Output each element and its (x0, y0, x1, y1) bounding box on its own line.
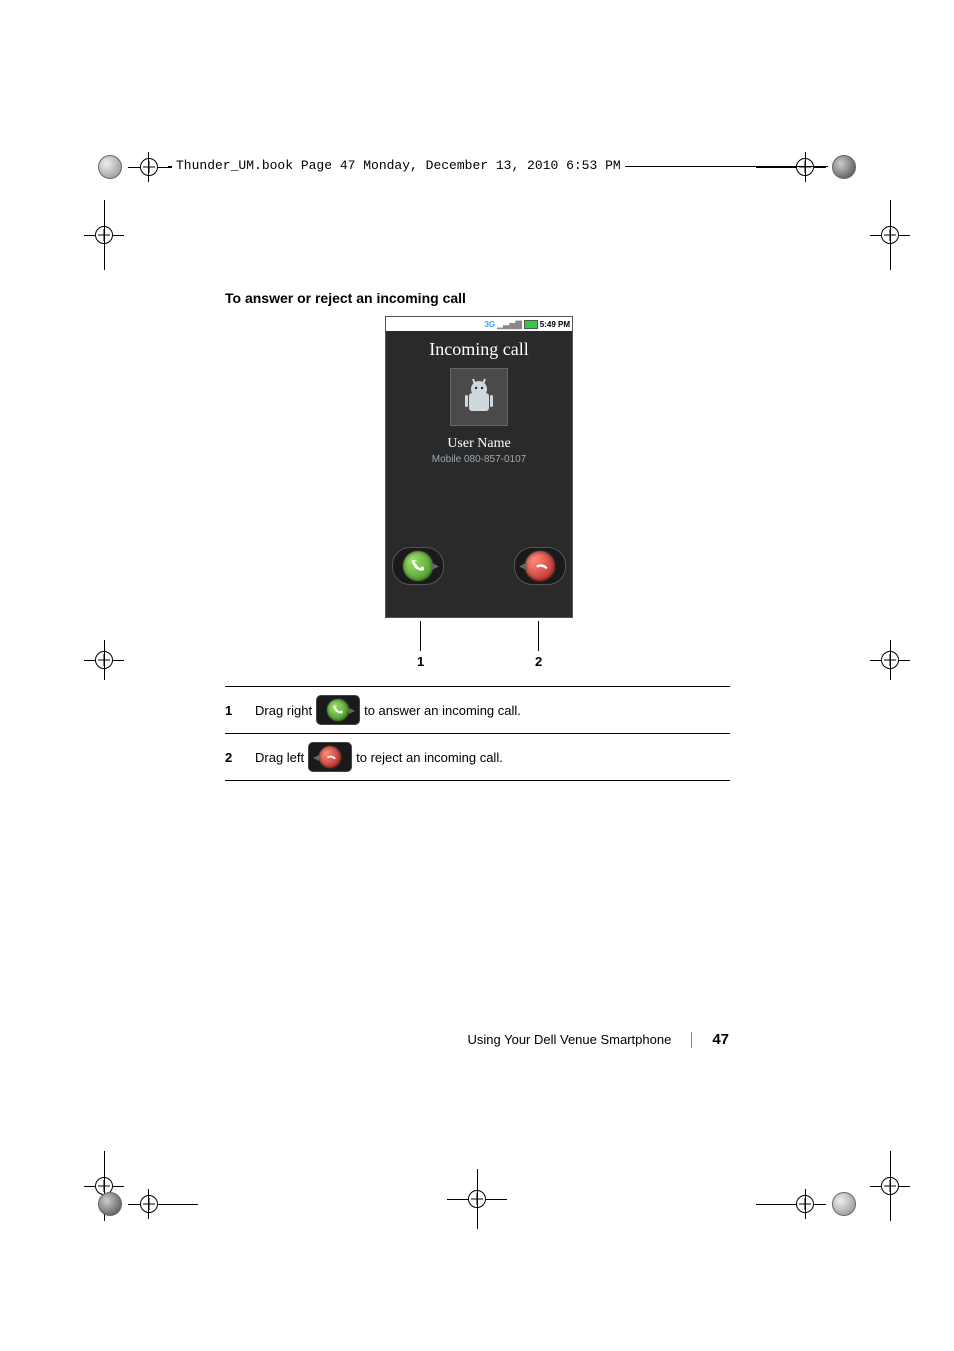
row-text-post: to reject an incoming call. (356, 750, 503, 765)
phone-answer-icon (403, 551, 433, 581)
caller-detail: Mobile 080-857-0107 (386, 454, 572, 465)
callout-line-1 (420, 621, 421, 651)
instruction-table: 1 Drag right ▶ to answer an incoming cal… (225, 686, 730, 781)
crop-mark-bottom-left (98, 1189, 198, 1219)
page-number: 47 (712, 1031, 729, 1048)
status-bar: 3G ▁▃▅▇ 5:49 PM (386, 317, 572, 331)
caller-avatar (450, 368, 508, 426)
reject-slider-inline: ◀ (308, 742, 352, 772)
chevron-right-icon: ▶ (431, 561, 439, 572)
page-footer: Using Your Dell Venue Smartphone 47 (468, 1031, 730, 1048)
chevron-left-icon: ◀ (313, 753, 319, 762)
chevron-right-icon: ▶ (349, 706, 355, 715)
row-number: 1 (225, 695, 255, 718)
running-head: Thunder_UM.book Page 47 Monday, December… (172, 158, 625, 173)
phone-reject-icon (319, 746, 341, 768)
battery-icon (524, 320, 538, 329)
chevron-left-icon: ◀ (519, 561, 527, 572)
phone-answer-icon (327, 699, 349, 721)
screenshot-figure: 3G ▁▃▅▇ 5:49 PM Incoming call (225, 316, 730, 686)
row-text-pre: Drag left (255, 750, 304, 765)
table-row: 2 Drag left ◀ to reject an incoming call… (225, 734, 730, 781)
caller-name: User Name (386, 436, 572, 452)
reject-slider[interactable]: ◀ (514, 547, 566, 585)
row-text-pre: Drag right (255, 703, 312, 718)
row-text-post: to answer an incoming call. (364, 703, 521, 718)
table-row: 1 Drag right ▶ to answer an incoming cal… (225, 687, 730, 734)
phone-screen: 3G ▁▃▅▇ 5:49 PM Incoming call (385, 316, 573, 618)
footer-divider (691, 1032, 692, 1048)
callout-number-2: 2 (535, 654, 542, 669)
answer-slider-inline: ▶ (316, 695, 360, 725)
answer-slider[interactable]: ▶ (392, 547, 444, 585)
incoming-call-title: Incoming call (386, 339, 572, 360)
crop-mark-bottom-center (447, 1169, 507, 1229)
phone-reject-icon (525, 551, 555, 581)
row-number: 2 (225, 742, 255, 765)
android-avatar-icon (457, 375, 501, 419)
crop-mark-bottom-right (756, 1189, 856, 1219)
status-time: 5:49 PM (540, 320, 570, 329)
footer-chapter: Using Your Dell Venue Smartphone (468, 1032, 672, 1047)
signal-bars-icon: ▁▃▅▇ (497, 320, 522, 329)
section-heading: To answer or reject an incoming call (225, 290, 730, 306)
crop-mark-top-right (756, 152, 856, 182)
callout-number-1: 1 (417, 654, 424, 669)
callout-line-2 (538, 621, 539, 651)
network-3g-icon: 3G (484, 320, 495, 329)
